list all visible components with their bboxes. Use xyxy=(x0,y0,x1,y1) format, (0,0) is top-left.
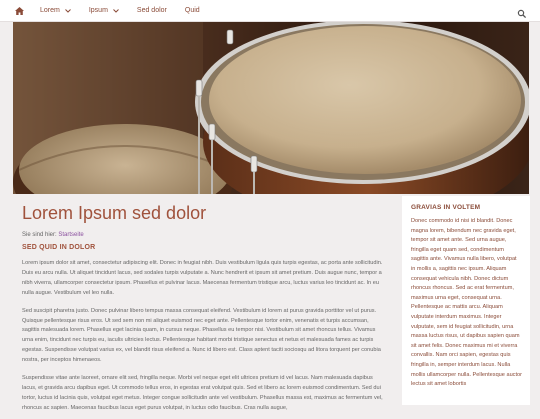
nav-item-label: Sed dolor xyxy=(136,7,167,14)
search-icon xyxy=(517,9,527,19)
breadcrumb: Sie sind hier: Startseite xyxy=(22,232,384,238)
sidebar-text: Donec commodo id nisi id blandit. Donec … xyxy=(411,218,522,388)
section-heading: SED QUID IN DOLOR xyxy=(22,244,96,251)
home-link[interactable] xyxy=(12,0,26,22)
nav-item-label: Lorem xyxy=(40,7,60,14)
page-title: Lorem Ipsum sed dolor xyxy=(22,203,207,223)
nav-item-sed-dolor[interactable]: Sed dolor xyxy=(133,0,171,22)
nav-item-label: Quid xyxy=(184,7,200,14)
main-content: Lorem Ipsum sed dolor Sie sind hier: Sta… xyxy=(22,201,384,419)
search-button[interactable] xyxy=(517,6,527,19)
breadcrumb-prefix: Sie sind hier: xyxy=(22,232,57,238)
paragraph: Suspendisse vitae ante laoreet, ornare e… xyxy=(22,375,383,411)
hero-image-drums xyxy=(13,22,529,194)
sidebar-heading: GRAVIAS IN VOLTEM xyxy=(411,204,481,211)
nav-item-ipsum[interactable]: Ipsum xyxy=(85,0,123,22)
sidebar: GRAVIAS IN VOLTEM Donec commodo id nisi … xyxy=(402,196,530,405)
paragraph: Sed suscipit pharetra justo. Donec pulvi… xyxy=(22,307,381,364)
top-navigation: Lorem Ipsum Sed dolor Quid xyxy=(0,0,540,22)
chevron-down-icon xyxy=(113,8,119,13)
home-icon xyxy=(14,6,24,15)
breadcrumb-link-startseite[interactable]: Startseite xyxy=(58,232,83,238)
nav-item-label: Ipsum xyxy=(88,7,108,14)
chevron-down-icon xyxy=(64,8,71,13)
paragraph: Lorem ipsum dolor sit amet, consectetur … xyxy=(22,260,383,296)
nav-item-quid[interactable]: Quid xyxy=(181,0,204,22)
nav-item-lorem[interactable]: Lorem xyxy=(36,0,75,22)
